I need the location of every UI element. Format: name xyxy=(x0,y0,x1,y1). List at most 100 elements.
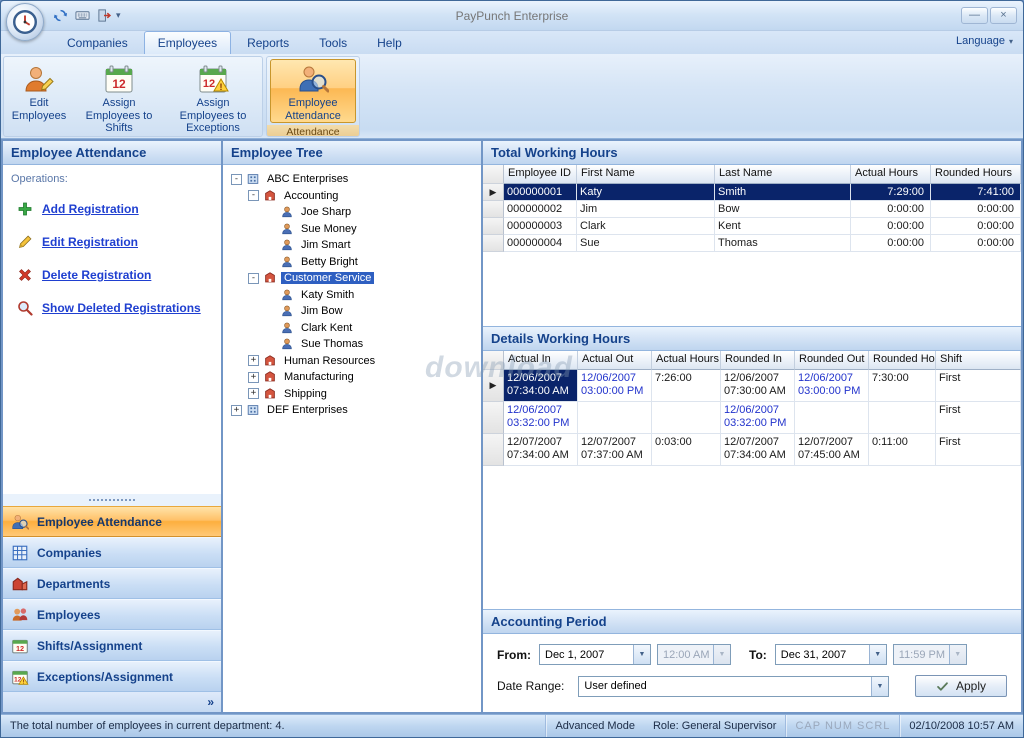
cell-actual-out[interactable]: 12/07/2007 07:37:00 AM xyxy=(578,434,652,466)
minimize-button[interactable]: — xyxy=(961,7,988,24)
cell-first-name[interactable]: Jim xyxy=(577,201,715,218)
collapse-icon[interactable]: - xyxy=(248,273,259,284)
cell-rounded-in[interactable]: 12/06/2007 07:30:00 AM xyxy=(721,370,795,402)
tree-node-label[interactable]: Betty Bright xyxy=(298,256,361,268)
cell-actual-in[interactable]: 12/06/2007 03:32:00 PM xyxy=(504,402,578,434)
column-header-shift[interactable]: Shift xyxy=(936,351,1021,370)
column-header-actual-out[interactable]: Actual Out xyxy=(578,351,652,370)
tab-companies[interactable]: Companies xyxy=(53,31,142,54)
tree-node-label[interactable]: Customer Service xyxy=(281,272,374,284)
cell-first-name[interactable]: Sue xyxy=(577,235,715,252)
cell-actual-out[interactable]: 12/06/2007 03:00:00 PM xyxy=(578,370,652,402)
tree-node-label[interactable]: Clark Kent xyxy=(298,322,355,334)
collapse-icon[interactable]: - xyxy=(231,174,242,185)
table-row[interactable]: 12/06/2007 03:32:00 PM 12/06/2007 03:32:0… xyxy=(483,402,1021,434)
column-header-actual-in[interactable]: Actual In xyxy=(504,351,578,370)
dropdown-arrow-icon[interactable]: ▼ xyxy=(871,677,888,696)
tree-node-label[interactable]: Sue Money xyxy=(298,223,360,235)
column-header-employee-id[interactable]: Employee ID xyxy=(504,165,577,184)
row-selector[interactable] xyxy=(483,218,504,235)
cell-first-name[interactable]: Clark xyxy=(577,218,715,235)
cell-last-name[interactable]: Kent xyxy=(715,218,851,235)
nav-item-employees[interactable]: Employees xyxy=(3,599,221,630)
tree-node-label[interactable]: Joe Sharp xyxy=(298,206,354,218)
tab-reports[interactable]: Reports xyxy=(233,31,303,54)
cell-first-name[interactable]: Katy xyxy=(577,184,715,201)
tab-employees[interactable]: Employees xyxy=(144,31,231,54)
cell-actual-in[interactable]: 12/07/2007 07:34:00 AM xyxy=(504,434,578,466)
cell-rounded-ho[interactable]: 7:30:00 xyxy=(869,370,936,402)
tree-node-label[interactable]: Jim Smart xyxy=(298,239,354,251)
tree-node-label[interactable]: ABC Enterprises xyxy=(264,173,351,185)
row-selector[interactable] xyxy=(483,235,504,252)
table-row[interactable]: ▶12/06/2007 07:34:00 AM12/06/2007 03:00:… xyxy=(483,370,1021,402)
cell-actual-in[interactable]: 12/06/2007 07:34:00 AM xyxy=(504,370,578,402)
column-header-rounded-in[interactable]: Rounded In xyxy=(721,351,795,370)
assign-employees-to-shifts-button[interactable]: 12Assign Employees to Shifts xyxy=(73,59,165,136)
cell-shift[interactable]: First xyxy=(936,370,1021,402)
row-selector-header[interactable] xyxy=(483,351,504,370)
from-date-combo[interactable]: Dec 1, 2007 ▼ xyxy=(539,644,651,665)
tree-node-label[interactable]: Accounting xyxy=(281,190,341,202)
sync-button[interactable] xyxy=(51,6,70,25)
expand-icon[interactable]: + xyxy=(248,355,259,366)
cell-employee-id[interactable]: 000000003 xyxy=(504,218,577,235)
close-button[interactable]: × xyxy=(990,7,1017,24)
cell-actual-hours[interactable]: 7:26:00 xyxy=(652,370,721,402)
cell-rounded-hours[interactable]: 7:41:00 xyxy=(931,184,1021,201)
cell-shift[interactable]: First xyxy=(936,402,1021,434)
cell-actual-hours[interactable]: 0:00:00 xyxy=(851,218,931,235)
cell-actual-hours[interactable]: 7:29:00 xyxy=(851,184,931,201)
cell-rounded-hours[interactable]: 0:00:00 xyxy=(931,235,1021,252)
column-header-actual-hours[interactable]: Actual Hours xyxy=(652,351,721,370)
assign-employees-to-exceptions-button[interactable]: 12!Assign Employees to Exceptions xyxy=(167,59,259,136)
table-row[interactable]: 000000004SueThomas0:00:000:00:00 xyxy=(483,235,1021,252)
row-selector-header[interactable] xyxy=(483,165,504,184)
collapse-icon[interactable]: - xyxy=(248,190,259,201)
cell-rounded-in[interactable]: 12/07/2007 07:34:00 AM xyxy=(721,434,795,466)
expand-icon[interactable]: + xyxy=(231,405,242,416)
column-header-actual-hours[interactable]: Actual Hours xyxy=(851,165,931,184)
tree-node-label[interactable]: DEF Enterprises xyxy=(264,404,351,416)
tab-tools[interactable]: Tools xyxy=(305,31,361,54)
cell-rounded-ho[interactable] xyxy=(869,402,936,434)
row-selector[interactable] xyxy=(483,402,504,434)
cell-rounded-hours[interactable]: 0:00:00 xyxy=(931,201,1021,218)
row-selector[interactable] xyxy=(483,434,504,466)
cell-rounded-out[interactable] xyxy=(795,402,869,434)
edit-employees-button[interactable]: Edit Employees xyxy=(7,59,71,136)
delete-registration-link[interactable]: Delete Registration xyxy=(42,268,151,282)
quick-access-caret-icon[interactable]: ▾ xyxy=(116,10,121,21)
row-selector[interactable] xyxy=(483,201,504,218)
exit-button[interactable] xyxy=(95,6,114,25)
cell-shift[interactable]: First xyxy=(936,434,1021,466)
to-date-combo[interactable]: Dec 31, 2007 ▼ xyxy=(775,644,887,665)
cell-actual-hours[interactable]: 0:00:00 xyxy=(851,201,931,218)
dropdown-arrow-icon[interactable]: ▼ xyxy=(869,645,886,664)
cell-rounded-out[interactable]: 12/06/2007 03:00:00 PM xyxy=(795,370,869,402)
nav-item-departments[interactable]: Departments xyxy=(3,568,221,599)
column-header-rounded-hours[interactable]: Rounded Hours xyxy=(931,165,1021,184)
cell-rounded-in[interactable]: 12/06/2007 03:32:00 PM xyxy=(721,402,795,434)
column-header-rounded-out[interactable]: Rounded Out xyxy=(795,351,869,370)
cell-actual-hours[interactable]: 0:00:00 xyxy=(851,235,931,252)
column-header-rounded-ho[interactable]: Rounded Ho xyxy=(869,351,936,370)
tab-help[interactable]: Help xyxy=(363,31,416,54)
cell-rounded-out[interactable]: 12/07/2007 07:45:00 AM xyxy=(795,434,869,466)
cell-last-name[interactable]: Thomas xyxy=(715,235,851,252)
table-row[interactable]: 000000003ClarkKent0:00:000:00:00 xyxy=(483,218,1021,235)
tree-node-label[interactable]: Manufacturing xyxy=(281,371,357,383)
configure-buttons-icon[interactable]: » xyxy=(207,695,214,709)
expand-icon[interactable]: + xyxy=(248,388,259,399)
cell-last-name[interactable]: Smith xyxy=(715,184,851,201)
splitter-handle[interactable] xyxy=(3,494,221,506)
employee-attendance-button[interactable]: Employee Attendance xyxy=(270,59,356,123)
row-selector[interactable]: ▶ xyxy=(483,184,504,201)
cell-employee-id[interactable]: 000000002 xyxy=(504,201,577,218)
cell-rounded-hours[interactable]: 0:00:00 xyxy=(931,218,1021,235)
dropdown-arrow-icon[interactable]: ▼ xyxy=(633,645,650,664)
table-row[interactable]: 12/07/2007 07:34:00 AM12/07/2007 07:37:0… xyxy=(483,434,1021,466)
expand-icon[interactable]: + xyxy=(248,372,259,383)
date-range-combo[interactable]: User defined ▼ xyxy=(578,676,889,697)
column-header-last-name[interactable]: Last Name xyxy=(715,165,851,184)
